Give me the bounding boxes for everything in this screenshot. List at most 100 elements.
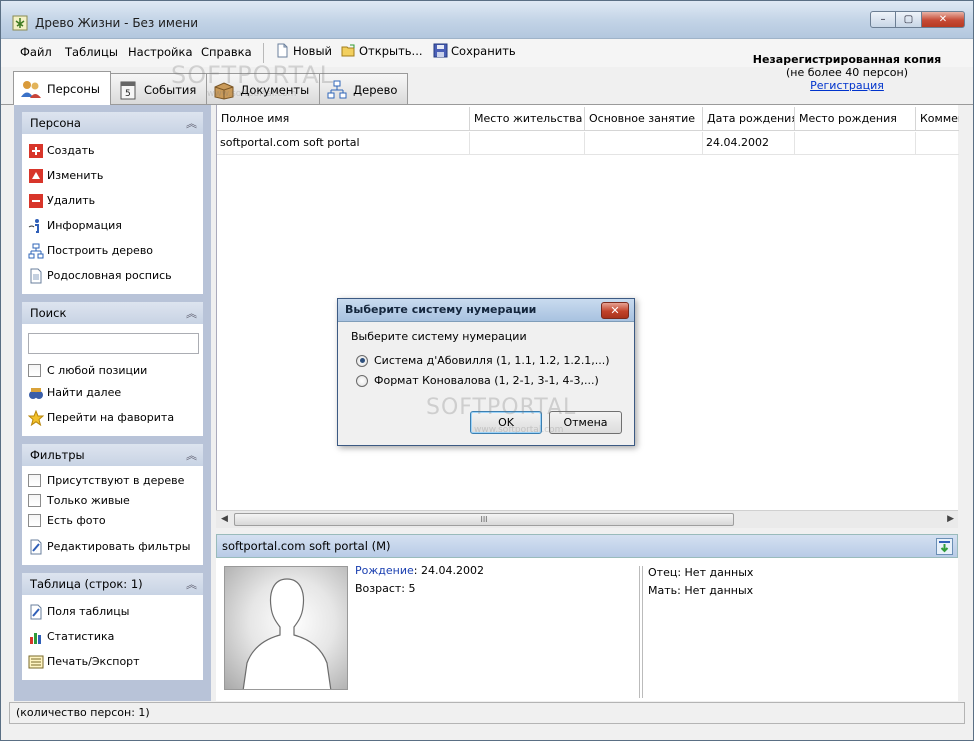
- cell-comment: [916, 132, 959, 155]
- column-birth-date[interactable]: Дата рождения: [703, 107, 795, 131]
- checkbox-box[interactable]: [28, 513, 41, 527]
- binoculars-icon: [29, 387, 43, 399]
- search-input[interactable]: [28, 333, 199, 354]
- tab-tree-label: Дерево: [353, 82, 398, 97]
- tab-events[interactable]: 5 События: [109, 73, 208, 105]
- print-export-label: Печать/Экспорт: [47, 655, 140, 668]
- tab-documents-label: Документы: [240, 82, 310, 97]
- create-person-button[interactable]: Создать: [28, 138, 197, 163]
- collapse-chevron-icon[interactable]: ︽: [186, 576, 197, 592]
- column-comment[interactable]: Коммент: [916, 107, 959, 131]
- app-tree-icon: [12, 15, 28, 31]
- filters-group-header[interactable]: Фильтры ︽: [22, 444, 203, 466]
- expand-down-icon: [939, 541, 950, 553]
- table-fields-label: Поля таблицы: [47, 605, 130, 618]
- box-icon: [214, 81, 234, 100]
- registration-link[interactable]: Регистрация: [747, 79, 947, 92]
- info-button[interactable]: Информация: [28, 213, 197, 238]
- has-photo-checkbox[interactable]: Есть фото: [28, 510, 197, 530]
- edit-filter-icon: [30, 539, 42, 554]
- calendar-icon: 5: [120, 81, 136, 99]
- scrollbar-thumb[interactable]: III: [234, 513, 734, 526]
- checkbox-box[interactable]: [28, 473, 41, 487]
- build-tree-button[interactable]: Построить дерево: [28, 238, 197, 263]
- radio-unselected[interactable]: [356, 374, 368, 387]
- delete-person-label: Удалить: [47, 194, 96, 207]
- birth-info: Рождение: 24.04.2002 Возраст: 5: [355, 562, 484, 598]
- statistics-button[interactable]: Статистика: [28, 624, 197, 649]
- menu-tables[interactable]: Таблицы: [65, 45, 118, 59]
- column-residence[interactable]: Место жительства: [470, 107, 585, 131]
- save-button[interactable]: Сохранить: [433, 43, 516, 58]
- table-group: Таблица (строк: 1) ︽ Поля таблицы Статис…: [22, 573, 203, 680]
- tab-tree[interactable]: Дерево: [319, 73, 409, 105]
- new-button-label: Новый: [293, 43, 333, 58]
- any-position-label: С любой позиции: [47, 363, 148, 377]
- column-occupation[interactable]: Основное занятие: [585, 107, 703, 131]
- age-value: Возраст: 5: [355, 582, 416, 595]
- search-group-title: Поиск: [30, 306, 67, 320]
- edit-person-button[interactable]: Изменить: [28, 163, 197, 188]
- persons-icon: [21, 80, 41, 98]
- table-group-header[interactable]: Таблица (строк: 1) ︽: [22, 573, 203, 595]
- only-alive-label: Только живые: [47, 493, 130, 507]
- person-detail-header: softportal.com soft portal (M): [216, 534, 958, 558]
- collapse-chevron-icon[interactable]: ︽: [186, 447, 197, 463]
- maximize-button[interactable]: ▢: [896, 11, 922, 28]
- edit-filters-label: Редактировать фильтры: [47, 540, 191, 553]
- print-export-button[interactable]: Печать/Экспорт: [28, 649, 197, 674]
- new-button[interactable]: Новый: [275, 43, 332, 58]
- edit-filters-button[interactable]: Редактировать фильтры: [28, 534, 197, 559]
- collapse-chevron-icon[interactable]: ︽: [186, 305, 197, 321]
- any-position-checkbox[interactable]: С любой позиции: [28, 360, 197, 380]
- go-favorite-button[interactable]: Перейти на фаворита: [28, 405, 197, 430]
- konovalov-radio-option[interactable]: Формат Коновалова (1, 2-1, 3-1, 4-3,...): [356, 374, 599, 387]
- person-detail-panel: Рождение: 24.04.2002 Возраст: 5 Отец: Не…: [216, 558, 958, 701]
- horizontal-scrollbar[interactable]: ◀ III ▶: [216, 510, 958, 528]
- scroll-left-icon[interactable]: ◀: [221, 514, 228, 524]
- minimize-button[interactable]: –: [870, 11, 896, 28]
- birth-label[interactable]: Рождение: [355, 564, 414, 577]
- print-icon: [28, 655, 44, 668]
- ok-button[interactable]: OK: [470, 411, 542, 434]
- collapse-chevron-icon[interactable]: ︽: [186, 115, 197, 131]
- dabovill-radio-option[interactable]: Система д'Абовилля (1, 1.1, 1.2, 1.2.1,.…: [356, 354, 610, 367]
- scroll-right-icon[interactable]: ▶: [947, 514, 954, 524]
- statistics-label: Статистика: [47, 630, 115, 643]
- column-birth-place[interactable]: Место рождения: [795, 107, 916, 131]
- menu-file[interactable]: Файл: [20, 45, 52, 59]
- menu-help[interactable]: Справка: [201, 45, 252, 59]
- toolbar-separator: [263, 43, 264, 63]
- filters-group: Фильтры ︽ Присутствуют в дереве Только ж…: [22, 444, 203, 565]
- build-tree-label: Построить дерево: [47, 244, 154, 257]
- person-group-header[interactable]: Персона ︽: [22, 112, 203, 134]
- radio-selected[interactable]: [356, 354, 368, 367]
- close-button[interactable]: ✕: [922, 11, 965, 28]
- column-full-name[interactable]: Полное имя: [217, 107, 470, 131]
- checkbox-box[interactable]: [28, 363, 41, 377]
- cancel-button[interactable]: Отмена: [549, 411, 622, 434]
- dialog-close-button[interactable]: ✕: [601, 302, 629, 319]
- go-favorite-label: Перейти на фаворита: [47, 411, 175, 424]
- find-next-label: Найти далее: [47, 386, 122, 399]
- new-document-icon: [277, 43, 288, 58]
- search-group: Поиск ︽ С любой позиции Найти далее Пере…: [22, 302, 203, 436]
- tab-documents[interactable]: Документы: [206, 73, 321, 105]
- search-group-header[interactable]: Поиск ︽: [22, 302, 203, 324]
- only-alive-checkbox[interactable]: Только живые: [28, 490, 197, 510]
- birth-value: : 24.04.2002: [413, 564, 484, 577]
- pedigree-button[interactable]: Родословная роспись: [28, 263, 197, 288]
- table-fields-button[interactable]: Поля таблицы: [28, 599, 197, 624]
- open-button[interactable]: Открыть...: [341, 43, 423, 58]
- find-next-button[interactable]: Найти далее: [28, 380, 197, 405]
- table-row[interactable]: softportal.com soft portal 24.04.2002: [217, 132, 959, 155]
- pedigree-label: Родословная роспись: [47, 269, 172, 282]
- delete-person-button[interactable]: Удалить: [28, 188, 197, 213]
- tab-persons[interactable]: Персоны: [13, 71, 111, 105]
- menu-settings[interactable]: Настройка: [128, 45, 193, 59]
- detail-splitter[interactable]: [639, 566, 643, 698]
- dialog-prompt: Выберите систему нумерации: [351, 330, 527, 343]
- checkbox-box[interactable]: [28, 493, 41, 507]
- detail-toggle-button[interactable]: [936, 538, 953, 555]
- in-tree-checkbox[interactable]: Присутствуют в дереве: [28, 470, 197, 490]
